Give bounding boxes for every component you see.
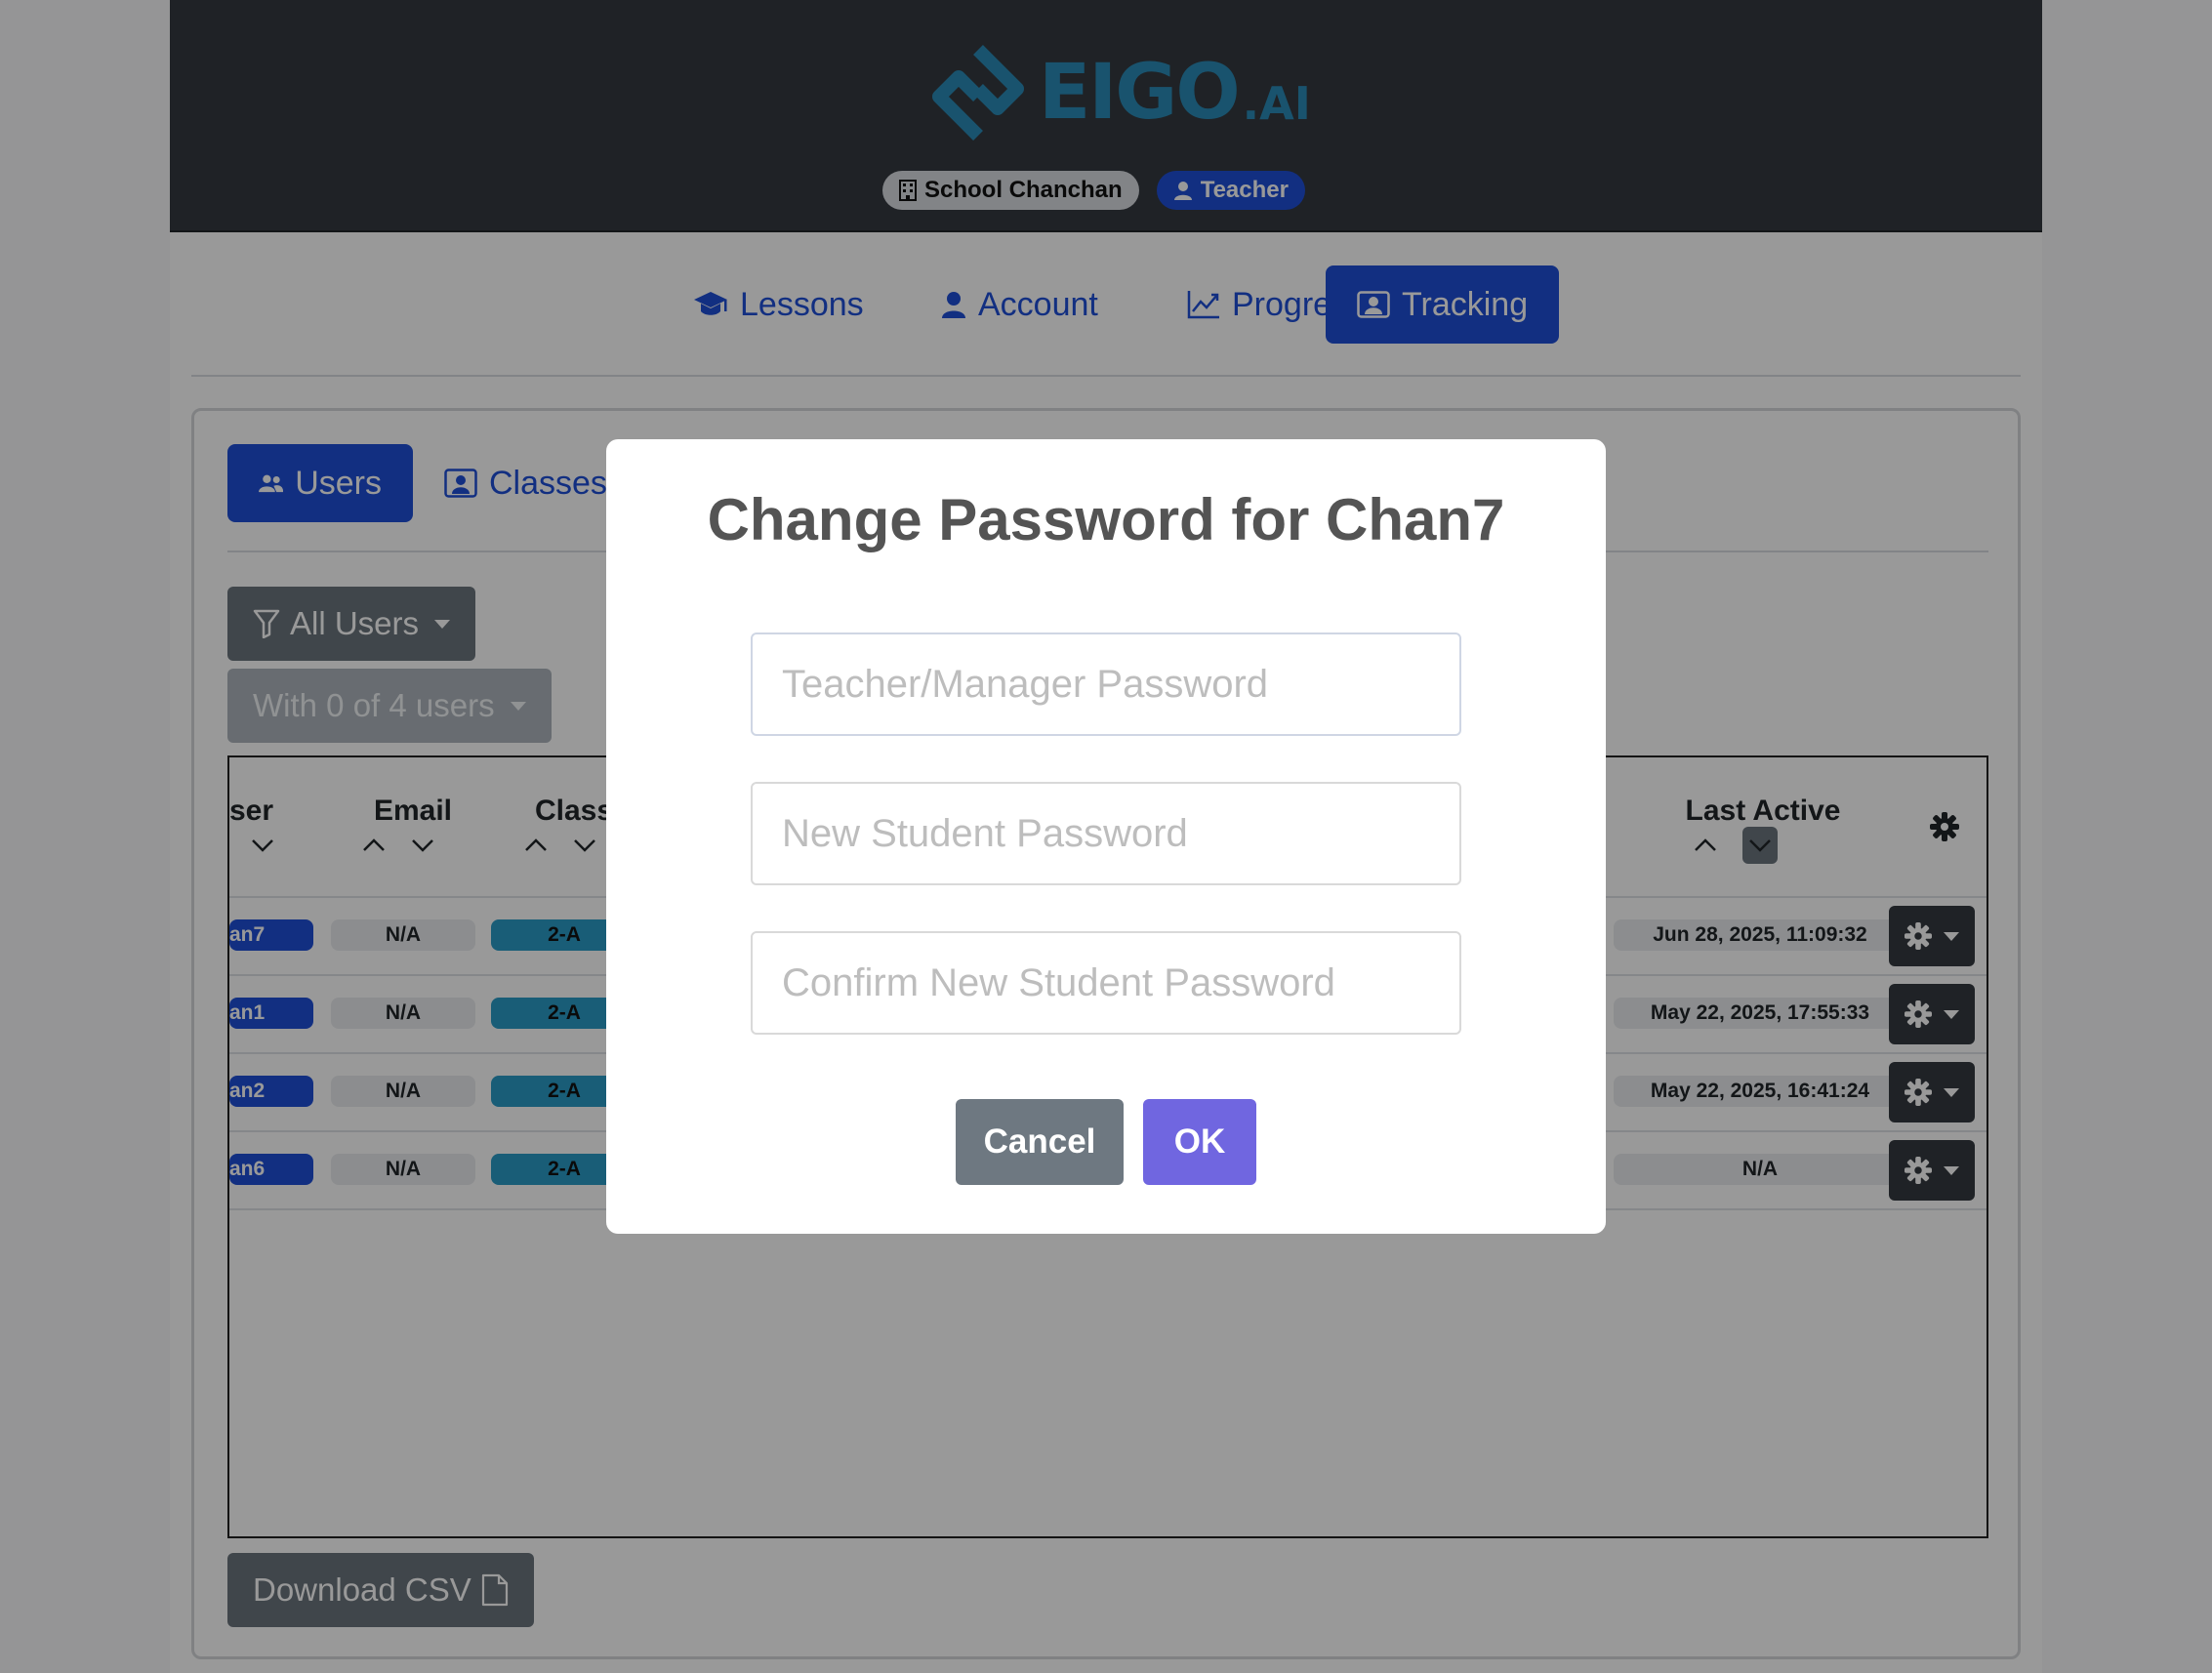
teacher-password-field[interactable] [751, 632, 1461, 736]
cancel-button[interactable]: Cancel [956, 1099, 1124, 1185]
ok-button[interactable]: OK [1143, 1099, 1256, 1185]
confirm-password-field[interactable] [751, 931, 1461, 1035]
dialog-title: Change Password for Chan7 [707, 487, 1505, 552]
change-password-dialog: Change Password for Chan7 Cancel OK [606, 439, 1606, 1234]
new-password-field[interactable] [751, 782, 1461, 885]
